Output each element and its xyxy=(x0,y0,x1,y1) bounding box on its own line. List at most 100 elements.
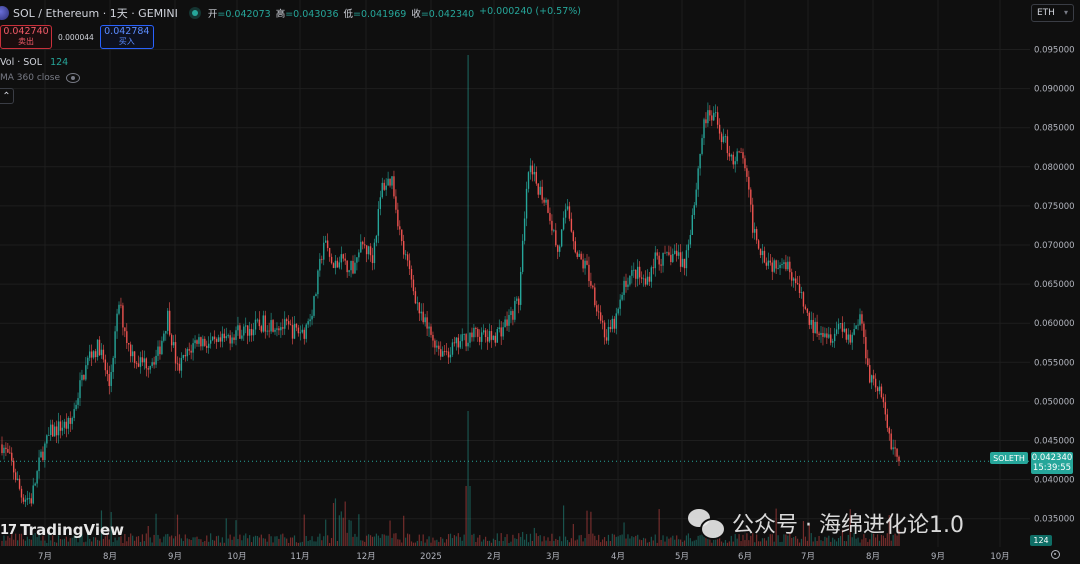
volume-bar xyxy=(473,533,475,546)
candle-body xyxy=(789,261,791,273)
volume-bar xyxy=(570,538,572,546)
volume-bar xyxy=(293,535,296,546)
volume-bar xyxy=(646,542,649,546)
candle-body xyxy=(833,333,836,342)
candle-body xyxy=(211,336,214,341)
volume-bar xyxy=(508,542,510,546)
volume-bar xyxy=(609,541,611,546)
candle-body xyxy=(761,250,764,256)
eye-icon[interactable] xyxy=(66,73,81,83)
volume-bar xyxy=(184,534,186,546)
candle-body xyxy=(886,414,888,428)
candle-body xyxy=(631,270,633,276)
candle-body xyxy=(297,327,300,334)
volume-bar xyxy=(315,541,317,546)
symbol-title[interactable]: SOL / Ethereum · 1天 · GEMINI xyxy=(13,5,178,21)
solana-icon xyxy=(0,6,9,20)
volume-bar xyxy=(169,536,171,546)
candle-body xyxy=(28,498,30,500)
volume-bar xyxy=(494,539,496,546)
volume-bar xyxy=(588,533,590,546)
candle-body xyxy=(800,292,803,294)
candle-body xyxy=(356,257,358,263)
volume-bar xyxy=(498,541,500,546)
volume-bar xyxy=(430,542,432,546)
candle-body xyxy=(7,449,9,453)
candle-body xyxy=(824,333,826,337)
candle-body xyxy=(258,319,261,327)
buy-button[interactable]: 0.042784 买入 xyxy=(99,25,154,49)
candle-body xyxy=(711,115,713,121)
candle-body xyxy=(658,255,660,265)
candle-body xyxy=(430,326,432,335)
candle-body xyxy=(264,315,266,332)
volume-legend[interactable]: Vol · SOL 124 xyxy=(0,57,68,68)
candle-body xyxy=(443,351,446,352)
volume-bar xyxy=(488,540,491,546)
candle-body xyxy=(730,154,732,157)
sell-button[interactable]: 0.042740 卖出 xyxy=(0,25,52,49)
volume-bar xyxy=(740,541,742,546)
volume-bar xyxy=(30,539,32,546)
volume-bar xyxy=(91,541,93,546)
time-tick-label: 8月 xyxy=(103,552,117,562)
candle-body xyxy=(87,357,89,366)
gear-icon[interactable] xyxy=(1051,550,1060,559)
candle-body xyxy=(726,136,729,154)
collapse-legend-button[interactable]: ⌃ xyxy=(0,88,14,104)
candle-body xyxy=(715,112,717,114)
price-chart[interactable]: 0.095000 0.090000 0.085000 0.080000 0.075000… xyxy=(0,0,1080,564)
volume-bar xyxy=(440,537,442,546)
candle-body xyxy=(594,287,596,306)
time-tick-label: 7月 xyxy=(38,552,52,562)
volume-bar xyxy=(22,539,25,546)
candle-body xyxy=(94,351,97,358)
volume-bar xyxy=(867,541,869,546)
candle-body xyxy=(278,328,280,331)
candle-body xyxy=(334,260,337,268)
volume-bar xyxy=(666,536,668,546)
open-label: 开 xyxy=(207,9,218,20)
volume-bar xyxy=(321,540,323,546)
volume-bar xyxy=(24,540,26,546)
volume-bar xyxy=(373,536,376,546)
candle-body xyxy=(853,329,855,335)
volume-bar xyxy=(336,540,338,546)
volume-bar xyxy=(403,515,405,546)
ma-label: MA 360 close xyxy=(0,73,61,83)
volume-bar xyxy=(202,542,204,546)
candle-body xyxy=(518,298,520,305)
candle-body xyxy=(106,370,108,375)
candle-body xyxy=(338,262,341,268)
volume-bar xyxy=(555,538,557,546)
currency-select[interactable]: ETH ▾ xyxy=(1031,4,1074,22)
candle-body xyxy=(16,478,19,480)
candle-body xyxy=(161,340,163,355)
volume-bar xyxy=(268,534,270,546)
ma-legend[interactable]: MA 360 close xyxy=(0,73,81,83)
volume-bar xyxy=(635,535,637,546)
candle-body xyxy=(77,398,79,405)
candle-body xyxy=(167,310,169,331)
candle-body xyxy=(165,330,167,334)
candle-body xyxy=(482,330,485,333)
volume-bar xyxy=(134,540,136,546)
volume-bar xyxy=(434,540,436,546)
candle-body xyxy=(42,451,44,461)
time-tick-label: 9月 xyxy=(931,552,945,562)
tradingview-logo[interactable]: 17 TradingView xyxy=(0,521,124,539)
candle-body xyxy=(385,185,387,190)
volume-bar xyxy=(674,539,676,546)
candle-body xyxy=(545,199,547,203)
volume-bar xyxy=(855,538,857,546)
volume-bar xyxy=(98,540,101,546)
candle-body xyxy=(894,447,896,449)
price-tick-label: 0.070000 xyxy=(1034,241,1075,251)
candle-body xyxy=(34,483,36,486)
candle-body xyxy=(713,112,715,121)
volume-bar xyxy=(196,536,198,546)
candle-body xyxy=(250,329,253,336)
volume-bar xyxy=(432,537,434,546)
candle-body xyxy=(403,241,405,255)
tradingview-wordmark: TradingView xyxy=(20,521,125,539)
